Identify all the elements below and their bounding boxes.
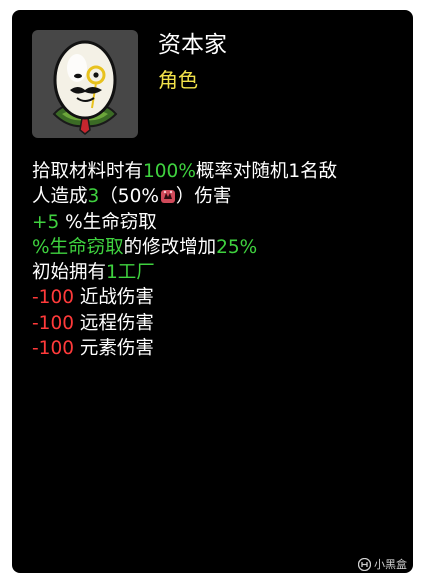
effect-line: -100 元素伤害 xyxy=(32,338,154,360)
item-category: 角色 xyxy=(158,68,198,92)
effect-line: +5 %生命窃取 xyxy=(32,211,157,233)
egg-capitalist-icon xyxy=(52,40,118,135)
effect-line: -100 远程伤害 xyxy=(32,312,154,334)
item-title: 资本家 xyxy=(158,32,227,58)
effect-line: %生命窃取的修改增加25% xyxy=(32,236,258,258)
effect-line: -100 近战伤害 xyxy=(32,287,154,309)
item-tooltip-card: 资本家 角色 拾取材料时有100%概率对随机1名敌 人造成3（50% ）伤害 +… xyxy=(12,10,413,573)
effects-description: 拾取材料时有100%概率对随机1名敌 人造成3（50% ）伤害 +5 %生命窃取… xyxy=(32,159,398,361)
effect-line: 人造成3（50% ）伤害 xyxy=(32,186,232,208)
effect-line: 拾取材料时有100%概率对随机1名敌 xyxy=(32,161,338,182)
watermark-text: 小黑盒 xyxy=(374,558,407,571)
effect-line: 初始拥有1工厂 xyxy=(32,262,155,284)
heybox-logo-icon xyxy=(358,557,371,571)
ranged-damage-icon xyxy=(160,190,175,204)
character-portrait xyxy=(32,30,138,138)
watermark: 小黑盒 xyxy=(358,556,407,572)
